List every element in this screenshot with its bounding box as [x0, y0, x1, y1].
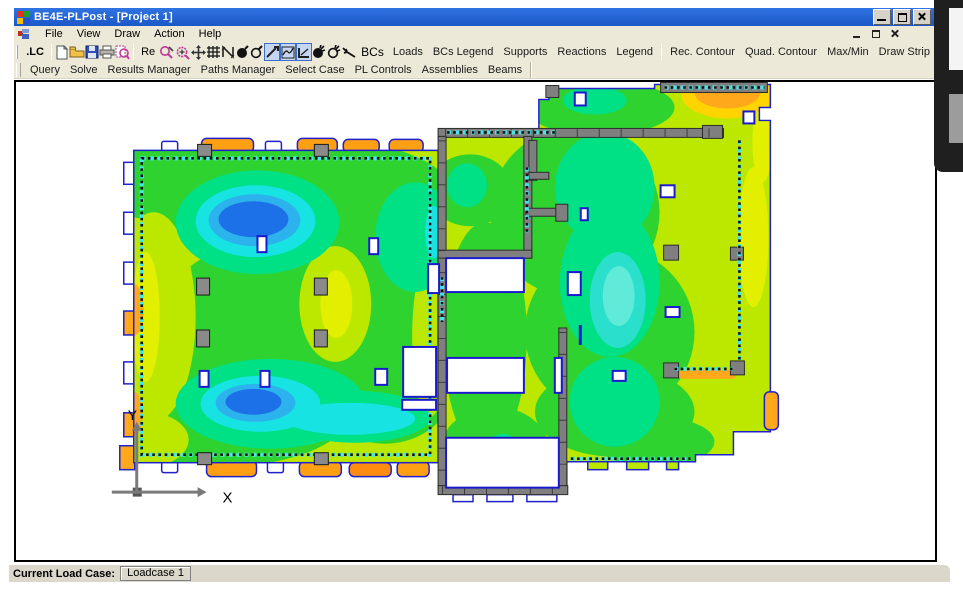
pan-icon[interactable] — [191, 43, 206, 61]
results-manager-button[interactable]: Results Manager — [103, 63, 196, 77]
draw-strip-button[interactable]: Draw Strip — [874, 45, 935, 59]
print-preview-icon[interactable] — [115, 43, 130, 61]
load-case-label: Current Load Case: — [13, 568, 115, 580]
rec-contour-button[interactable]: Rec. Contour — [665, 45, 740, 59]
close-button[interactable] — [913, 9, 931, 25]
zoom-edit-icon[interactable] — [159, 43, 175, 61]
toolbar-separator — [133, 44, 134, 60]
bomb-outline-icon[interactable] — [250, 43, 264, 61]
save-icon[interactable] — [85, 43, 99, 61]
query-button[interactable]: Query — [25, 63, 65, 77]
paths-manager-button[interactable]: Paths Manager — [196, 63, 281, 77]
child-close-button[interactable] — [889, 29, 901, 39]
supports-button[interactable]: Supports — [498, 45, 552, 59]
overlapping-window-edge[interactable] — [934, 0, 963, 172]
beam-mark — [579, 325, 582, 345]
new-document-icon[interactable] — [55, 43, 69, 61]
loads-button[interactable]: Loads — [388, 45, 428, 59]
beams-button[interactable]: Beams — [483, 63, 527, 77]
toolbar-gripper[interactable] — [16, 63, 21, 77]
secondary-toolbar: Query Solve Results Manager Paths Manage… — [14, 62, 935, 79]
child-minimize-button[interactable] — [851, 29, 863, 39]
axis-y-label: Y — [128, 407, 137, 423]
menu-bar: File View Draw Action Help — [14, 26, 935, 42]
bcs-button[interactable]: BCs — [357, 44, 388, 60]
toolbar-separator — [661, 44, 662, 60]
menu-draw[interactable]: Draw — [107, 27, 147, 41]
solve-button[interactable]: Solve — [65, 63, 103, 77]
zoom-in-icon[interactable] — [175, 43, 191, 61]
toolbar-separator — [530, 62, 532, 78]
print-icon[interactable] — [99, 43, 115, 61]
menu-action[interactable]: Action — [147, 27, 192, 41]
screen: BE4E-PLPost - [Project 1] File View Draw… — [0, 0, 963, 589]
minimize-button[interactable] — [873, 9, 891, 25]
open-folder-icon[interactable] — [69, 43, 85, 61]
bomb-spark-icon[interactable] — [312, 43, 327, 61]
fork-icon[interactable] — [342, 43, 357, 61]
document-icon — [18, 29, 30, 40]
pl-controls-button[interactable]: PL Controls — [350, 63, 417, 77]
contour-plot: Y X — [16, 82, 935, 560]
overlap-scrollbar-track — [949, 8, 963, 70]
model-canvas[interactable]: Y X — [14, 80, 937, 562]
toolbar-gripper[interactable] — [16, 45, 18, 59]
draw-strip-tool-icon[interactable] — [264, 43, 280, 61]
legend-button[interactable]: Legend — [611, 45, 658, 59]
title-bar[interactable]: BE4E-PLPost - [Project 1] — [14, 8, 935, 26]
grid-icon[interactable] — [206, 43, 221, 61]
load-case-value[interactable]: Loadcase 1 — [120, 566, 191, 581]
status-bar: Current Load Case: Loadcase 1 — [9, 564, 950, 582]
overlap-scrollbar-thumb[interactable] — [949, 94, 963, 143]
app-icon — [17, 11, 30, 24]
maxmin-button[interactable]: Max/Min — [822, 45, 874, 59]
restore-button[interactable] — [893, 9, 911, 25]
strip-results-tool-icon[interactable] — [280, 43, 296, 61]
assemblies-button[interactable]: Assemblies — [417, 63, 483, 77]
bomb-filled-icon[interactable] — [236, 43, 250, 61]
child-restore-button[interactable] — [870, 29, 882, 39]
lc-button[interactable]: .LC — [22, 45, 48, 59]
axis-x-label: X — [223, 490, 233, 507]
main-toolbar: .LC Re — [14, 42, 935, 62]
toolbar-separator — [51, 44, 52, 60]
menu-help[interactable]: Help — [192, 27, 229, 41]
window-title: BE4E-PLPost - [Project 1] — [34, 11, 173, 23]
right-edge-support-tab — [764, 392, 778, 430]
reactions-button[interactable]: Reactions — [552, 45, 611, 59]
bcs-legend-button[interactable]: BCs Legend — [428, 45, 499, 59]
bomb-spark-outline-icon[interactable] — [327, 43, 342, 61]
mesh-icon[interactable] — [221, 43, 236, 61]
re-button[interactable]: Re — [137, 45, 159, 59]
menu-file[interactable]: File — [38, 27, 70, 41]
menu-view[interactable]: View — [70, 27, 108, 41]
select-case-button[interactable]: Select Case — [280, 63, 349, 77]
corner-strip-tool-icon[interactable] — [296, 43, 312, 61]
quad-contour-button[interactable]: Quad. Contour — [740, 45, 822, 59]
